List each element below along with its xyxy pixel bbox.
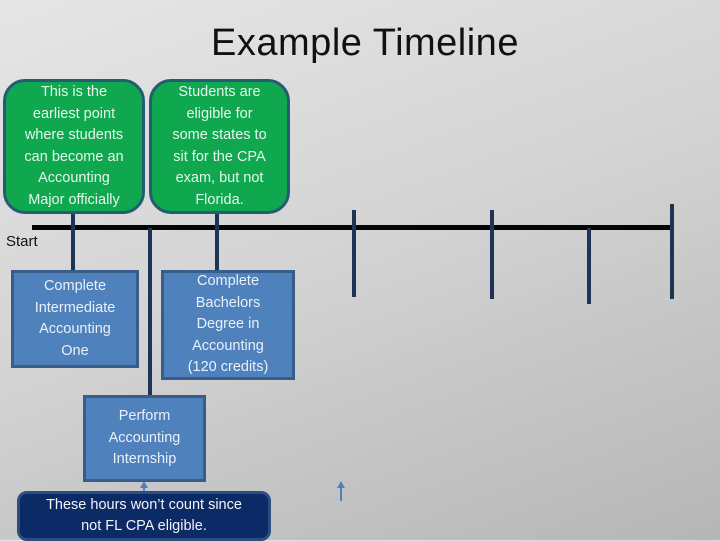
- connector-line-2: [148, 228, 152, 396]
- milestone-box-intermediate-accounting: Complete Intermediate Accounting One: [11, 270, 139, 368]
- callout-text: Students are eligible for some states to…: [172, 84, 267, 208]
- up-arrow-icon: [337, 481, 345, 501]
- milestone-box-internship: Perform Accounting Internship: [83, 395, 206, 482]
- milestone-callout-major: This is the earliest point where student…: [3, 79, 145, 214]
- note-text: These hours won’t count since not FL CPA…: [46, 496, 242, 535]
- timeline-tick-5: [490, 210, 494, 299]
- start-label: Start: [6, 233, 38, 250]
- box-text: Complete Bachelors Degree in Accounting …: [187, 273, 269, 376]
- connector-line-3: [215, 210, 219, 270]
- timeline-tick-6: [587, 228, 591, 304]
- timeline-tick-4: [352, 210, 356, 297]
- slide-title: Example Timeline: [211, 22, 519, 64]
- timeline-tick-7: [670, 204, 674, 299]
- callout-text: This is the earliest point where student…: [24, 84, 124, 208]
- internship-note: These hours won’t count since not FL CPA…: [17, 491, 271, 541]
- box-text: Complete Intermediate Accounting One: [34, 278, 116, 359]
- milestone-box-bachelors-degree: Complete Bachelors Degree in Accounting …: [161, 270, 295, 380]
- milestone-callout-cpa-eligibility: Students are eligible for some states to…: [149, 79, 290, 214]
- box-text: Perform Accounting Internship: [108, 408, 181, 468]
- connector-line-1: [71, 210, 75, 270]
